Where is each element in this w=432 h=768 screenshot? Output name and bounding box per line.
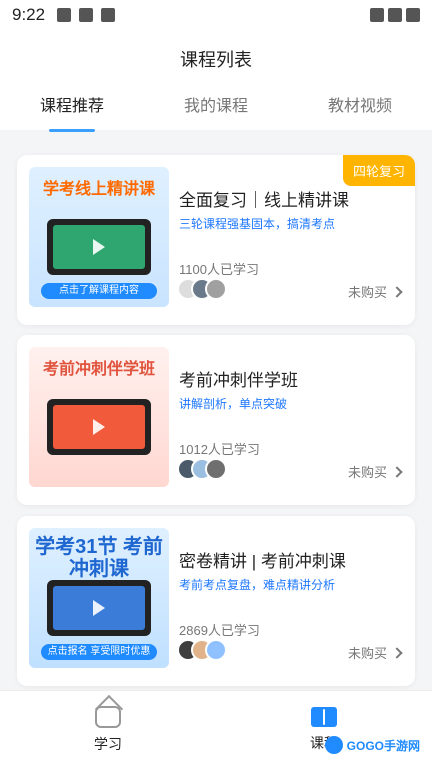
thumbnail-cta: 点击报名 享受限时优惠 — [41, 644, 157, 660]
thumbnail-title: 学考31节 考前冲刺课 — [35, 536, 163, 580]
course-subtitle: 讲解剖析，单点突破 — [179, 397, 288, 411]
course-thumbnail[interactable]: 考前冲刺伴学班 — [29, 347, 169, 487]
status-right-icons — [370, 8, 420, 22]
chevron-right-icon — [391, 646, 403, 659]
purchase-status[interactable]: 未购买 — [347, 462, 403, 481]
learner-count: 2869人已学习 — [179, 623, 260, 638]
video-screen — [53, 586, 145, 630]
avatar — [205, 639, 227, 661]
play-icon — [93, 600, 105, 616]
course-card[interactable]: 考前冲刺伴学班 考前冲刺伴学班 讲解剖析，单点突破 1012人已学习 未购买 — [17, 335, 415, 505]
header: 课程列表 课程推荐 我的课程 教材视频 — [0, 30, 432, 130]
watermark-logo: GOGO手游网 — [324, 736, 420, 754]
app-icon — [101, 8, 116, 22]
tab-label: 教材视频 — [327, 98, 392, 115]
status-left-icons — [57, 8, 116, 22]
tab-textbook-videos[interactable]: 教材视频 — [288, 92, 432, 132]
nav-label: 学习 — [94, 735, 122, 752]
play-icon — [93, 239, 105, 255]
avatar — [205, 458, 227, 480]
chevron-right-icon — [391, 285, 403, 298]
purchase-status-label: 未购买 — [347, 646, 387, 661]
learner-count: 1100人已学习 — [179, 262, 259, 277]
course-title: 考前冲刺伴学班 — [179, 371, 298, 390]
purchase-status-label: 未购买 — [347, 465, 387, 480]
tab-label: 课程推荐 — [39, 98, 104, 115]
course-card[interactable]: 四轮复习 学考线上精讲课 点击了解课程内容 全面复习｜线上精讲课 三轮课程强基固… — [17, 155, 415, 325]
course-thumbnail[interactable]: 学考31节 考前冲刺课 点击报名 享受限时优惠 — [29, 528, 169, 668]
tablet-illustration — [47, 219, 151, 275]
course-card[interactable]: 学考31节 考前冲刺课 点击报名 享受限时优惠 密卷精讲 | 考前冲刺课 考前考… — [17, 516, 415, 686]
bottom-navigation: 学习 课程 — [0, 690, 432, 768]
learner-count: 1012人已学习 — [179, 442, 260, 457]
avatar — [205, 278, 227, 300]
course-subtitle: 考前考点复盘，难点精讲分析 — [179, 578, 336, 592]
wifi-icon — [370, 8, 384, 22]
play-icon — [93, 419, 105, 435]
signal-icon — [388, 8, 402, 22]
purchase-status-label: 未购买 — [347, 285, 387, 300]
watermark-icon — [324, 736, 343, 754]
learner-avatars — [177, 278, 227, 300]
thumbnail-title: 考前冲刺伴学班 — [42, 361, 155, 378]
course-tabs: 课程推荐 我的课程 教材视频 — [0, 92, 432, 132]
nav-study[interactable]: 学习 — [0, 691, 216, 768]
tab-my-courses[interactable]: 我的课程 — [144, 92, 288, 132]
video-screen — [53, 225, 145, 269]
video-screen — [53, 405, 145, 449]
watermark-text: GOGO手游网 — [346, 738, 420, 753]
book-icon — [311, 706, 337, 727]
course-title: 全面复习｜线上精讲课 — [179, 191, 349, 210]
course-title: 密卷精讲 | 考前冲刺课 — [179, 552, 346, 571]
upload-icon — [79, 8, 94, 22]
tab-recommended[interactable]: 课程推荐 — [0, 92, 144, 132]
home-icon — [95, 705, 121, 728]
tab-label: 我的课程 — [183, 98, 248, 115]
nav-courses[interactable]: 课程 — [216, 691, 432, 768]
status-bar: 9:22 — [0, 0, 432, 30]
course-subtitle: 三轮课程强基固本，搞清考点 — [179, 217, 336, 231]
tablet-illustration — [47, 399, 151, 455]
battery-icon — [406, 8, 420, 22]
learner-avatars — [177, 639, 227, 661]
chevron-right-icon — [391, 465, 403, 478]
purchase-status[interactable]: 未购买 — [347, 282, 403, 301]
course-thumbnail[interactable]: 学考线上精讲课 点击了解课程内容 — [29, 167, 169, 307]
thumbnail-title: 学考线上精讲课 — [42, 181, 155, 198]
learner-avatars — [177, 458, 227, 480]
image-icon — [57, 8, 72, 22]
thumbnail-cta: 点击了解课程内容 — [41, 283, 157, 299]
review-badge: 四轮复习 — [342, 155, 415, 186]
status-time: 9:22 — [12, 5, 46, 24]
page-title: 课程列表 — [180, 50, 252, 70]
laptop-illustration — [47, 580, 151, 636]
purchase-status[interactable]: 未购买 — [347, 643, 403, 662]
